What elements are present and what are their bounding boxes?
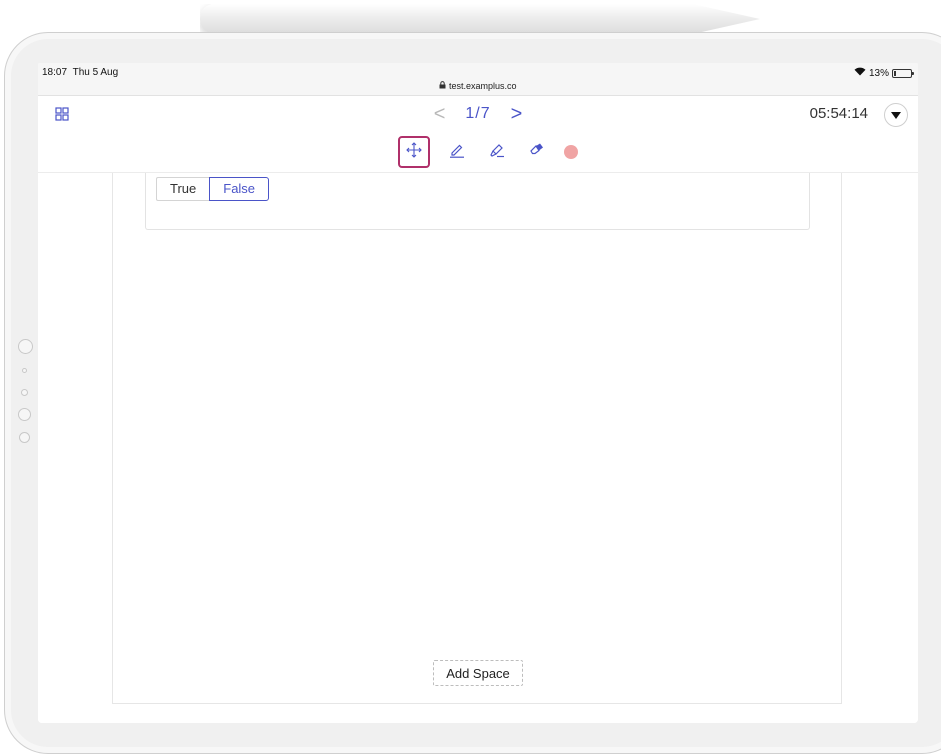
apple-pencil bbox=[200, 4, 760, 34]
move-tool-button[interactable] bbox=[398, 136, 430, 168]
lock-icon bbox=[439, 81, 449, 91]
app-header: < 1/7 > 05:54:14 bbox=[38, 96, 918, 173]
status-bar: 18:07 Thu 5 Aug test.examplus.co 13% bbox=[38, 63, 918, 96]
wifi-icon bbox=[854, 67, 866, 79]
pager: < 1/7 > bbox=[38, 104, 918, 124]
highlighter-icon bbox=[489, 142, 505, 163]
next-page-button[interactable]: > bbox=[511, 104, 523, 124]
side-button bbox=[18, 339, 33, 354]
battery-percent: 13% bbox=[868, 67, 889, 79]
side-mic bbox=[19, 432, 30, 443]
add-space-button[interactable]: Add Space bbox=[433, 660, 523, 686]
move-icon bbox=[406, 141, 422, 163]
drawing-toolbar bbox=[38, 136, 918, 168]
pen-tool-button[interactable] bbox=[444, 139, 470, 165]
caret-down-icon bbox=[891, 106, 901, 124]
side-dot bbox=[22, 368, 27, 373]
highlighter-tool-button[interactable] bbox=[484, 139, 510, 165]
color-picker[interactable] bbox=[564, 145, 578, 159]
address-bar[interactable]: test.examplus.co bbox=[38, 81, 918, 91]
status-right: 13% bbox=[854, 67, 914, 79]
side-sensor bbox=[21, 389, 28, 396]
exam-timer: 05:54:14 bbox=[809, 105, 868, 122]
page-frame: True False Add Space bbox=[112, 173, 842, 704]
status-time: 18:07 Thu 5 Aug bbox=[42, 67, 118, 78]
eraser-icon bbox=[529, 142, 545, 163]
status-clock: 18:07 bbox=[42, 67, 68, 78]
status-date: Thu 5 Aug bbox=[72, 67, 119, 78]
exam-content: True False Add Space bbox=[38, 173, 918, 723]
pen-icon bbox=[449, 142, 465, 163]
eraser-tool-button[interactable] bbox=[524, 139, 550, 165]
screen: 18:07 Thu 5 Aug test.examplus.co 13% < 1… bbox=[38, 63, 918, 723]
page-indicator: 1/7 bbox=[465, 105, 491, 122]
menu-dropdown-button[interactable] bbox=[884, 103, 908, 127]
url-text: test.examplus.co bbox=[448, 81, 517, 91]
option-false-button[interactable]: False bbox=[209, 177, 270, 201]
side-camera bbox=[18, 408, 31, 421]
option-true-button[interactable]: True bbox=[156, 177, 210, 201]
true-false-group: True False bbox=[156, 177, 270, 201]
prev-page-button[interactable]: < bbox=[434, 104, 446, 124]
battery-icon bbox=[892, 68, 914, 78]
question-card: True False bbox=[145, 173, 810, 230]
